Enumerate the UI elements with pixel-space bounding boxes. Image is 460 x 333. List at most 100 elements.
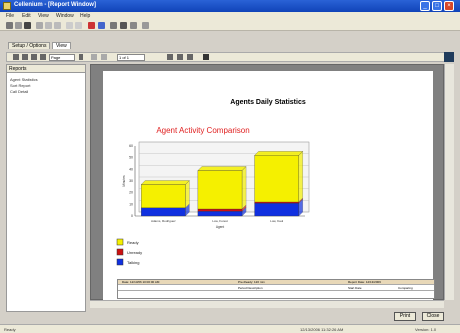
tab-strip: Setup / Options View [0, 40, 460, 49]
chart-icon[interactable] [88, 22, 95, 29]
print-button[interactable]: Print [394, 312, 416, 321]
window-title: Cellenium - [Report Window] [14, 2, 96, 8]
settings-icon[interactable] [120, 22, 127, 29]
print-icon[interactable] [22, 54, 28, 60]
bar-segment [197, 170, 243, 210]
y-tick-label: 10 [129, 202, 133, 206]
forward-icon[interactable] [187, 54, 193, 60]
stop-icon[interactable] [177, 54, 183, 60]
bar-segment [141, 207, 186, 217]
menu-window[interactable]: Window [56, 13, 74, 19]
y-tick-label: 60 [129, 144, 133, 148]
close-window-button[interactable]: Close [422, 312, 444, 321]
legend-swatch [116, 248, 124, 256]
menu-file[interactable]: File [6, 13, 14, 19]
help-icon[interactable] [142, 22, 149, 29]
report-tree-pane: Reports Agent Statistics Sort Report Cal… [6, 64, 86, 312]
y-tick-label: 0 [131, 214, 133, 218]
minimize-button[interactable]: _ [420, 1, 430, 11]
first-page-icon[interactable] [13, 54, 19, 60]
bar-top [254, 151, 304, 156]
tree-item[interactable]: Call Detail [10, 89, 28, 94]
next-page-icon[interactable] [101, 54, 107, 60]
bar-top [197, 166, 247, 171]
paste-icon[interactable] [54, 22, 61, 29]
menu-help[interactable]: Help [80, 13, 90, 19]
x-tick-label: Low, Forest [212, 219, 228, 223]
table-cell: Period Description [238, 286, 263, 290]
y-tick-label: 50 [129, 156, 133, 160]
table-cell: Comparing [398, 286, 413, 290]
report-viewer: Agents Daily Statistics Agent Activity C… [90, 64, 444, 303]
horizontal-scrollbar[interactable] [90, 300, 444, 308]
legend-swatch [116, 258, 124, 266]
zoom-input[interactable]: Page [49, 54, 75, 61]
x-tick-label: Low, Kaul [270, 219, 283, 223]
zoom-icon[interactable] [40, 54, 46, 60]
x-tick-label: Adams, Rodriguez [151, 219, 176, 223]
table-header-row: Date: 12/13/06 10:00:00 AM Pre-Ready: 12… [118, 280, 434, 285]
status-datetime: 12/13/2006 11:32:26 AM [300, 327, 344, 332]
bar-side [185, 180, 190, 209]
app-icon [3, 2, 11, 10]
close-button[interactable]: × [444, 1, 454, 11]
bar-side [241, 166, 247, 210]
export-icon[interactable] [31, 54, 37, 60]
filter-icon[interactable] [110, 22, 117, 29]
save-icon[interactable] [24, 22, 31, 29]
y-axis-label: Minutes [122, 175, 126, 187]
report-page: Agents Daily Statistics Agent Activity C… [103, 71, 435, 303]
report-icon[interactable] [98, 22, 105, 29]
status-bar: Ready 12/13/2006 11:32:26 AM Version: 1.… [0, 324, 460, 333]
maximize-button[interactable]: □ [432, 1, 442, 11]
tab-view[interactable]: View [52, 42, 71, 49]
table-cell: Report Date: 12/13/2006 [348, 280, 381, 284]
tree-item[interactable]: Agent Statistics [10, 77, 38, 82]
page-input[interactable]: 1 of 1 [117, 54, 145, 61]
side-panel-icon[interactable] [444, 52, 454, 62]
legend-label: Talking [127, 260, 139, 265]
legend-swatch [116, 238, 124, 246]
status-text: Ready [4, 327, 16, 332]
y-tick-label: 30 [129, 179, 133, 183]
bar-side [298, 150, 303, 203]
bar-segment [254, 203, 299, 217]
main-toolbar [0, 20, 460, 31]
open-icon[interactable] [15, 22, 22, 29]
redo-icon[interactable] [75, 22, 82, 29]
copy-icon[interactable] [45, 22, 52, 29]
report-toolbar: Page 1 of 1 [6, 52, 454, 62]
bar-segment [254, 155, 299, 203]
bar-top [140, 180, 190, 185]
y-tick-label: 40 [129, 167, 133, 171]
cut-icon[interactable] [36, 22, 43, 29]
tree-item[interactable]: Sort Report [10, 83, 30, 88]
back-icon[interactable] [167, 54, 173, 60]
bar-segment [254, 201, 299, 204]
status-version: Version: 1.0 [415, 327, 437, 332]
legend-label: Unready [127, 250, 142, 255]
vertical-scrollbar[interactable] [444, 64, 454, 300]
bar-segment [141, 184, 186, 208]
new-icon[interactable] [6, 22, 13, 29]
y-tick-label: 20 [129, 191, 133, 195]
table-cell: Pre-Ready: 120 min [238, 280, 265, 284]
bar-segment [197, 211, 243, 217]
title-bar: Cellenium - [Report Window] _ □ × [0, 0, 460, 12]
dropdown-icon[interactable] [79, 54, 83, 60]
table-cell: Date: 12/13/06 10:00:00 AM [122, 280, 160, 284]
x-axis-label: Agent [216, 225, 224, 229]
undo-icon[interactable] [66, 22, 73, 29]
menu-bar: File Edit View Window Help [0, 12, 460, 20]
tab-setup-options[interactable]: Setup / Options [8, 42, 51, 49]
report-table: Date: 12/13/06 10:00:00 AM Pre-Ready: 12… [117, 279, 435, 299]
table-cell: Start Date [348, 286, 362, 290]
home-icon[interactable] [203, 54, 209, 60]
prev-page-icon[interactable] [91, 54, 97, 60]
menu-view[interactable]: View [38, 13, 49, 19]
tree-header: Reports [7, 65, 85, 73]
legend-label: Ready [127, 240, 139, 245]
bar-segment [197, 208, 243, 212]
refresh-icon[interactable] [130, 22, 137, 29]
menu-edit[interactable]: Edit [22, 13, 31, 19]
